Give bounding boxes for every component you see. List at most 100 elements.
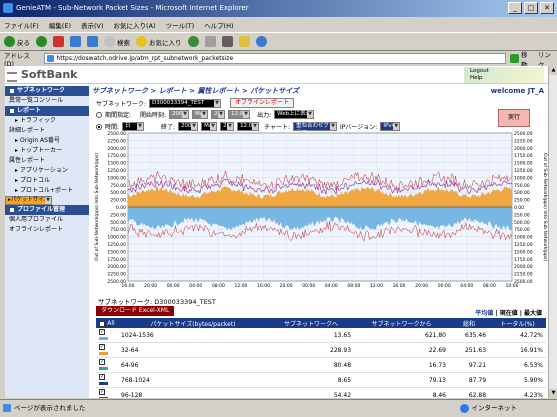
sidebar-item[interactable]: 詳細レポート bbox=[5, 126, 89, 136]
time-radio[interactable] bbox=[96, 123, 102, 130]
minimize-button[interactable]: _ bbox=[508, 2, 522, 14]
menu-tools[interactable]: ツール(T) bbox=[166, 20, 195, 30]
sidebar-item[interactable]: ▸ トラフィック bbox=[5, 116, 89, 126]
address-input[interactable]: https://doswatch.odrive.jp/atm_rpt_subne… bbox=[43, 53, 507, 64]
period-radio[interactable] bbox=[96, 111, 102, 118]
sidebar-item[interactable]: 属性レポート bbox=[5, 156, 89, 166]
col-total[interactable]: 総和 bbox=[449, 318, 490, 328]
subnet-select[interactable]: D300033394_TEST bbox=[149, 98, 222, 108]
menu-help[interactable]: ヘルプ(H) bbox=[204, 20, 233, 30]
sidebar-item[interactable]: 異常一覧コンソール bbox=[5, 96, 89, 106]
stop-icon[interactable] bbox=[53, 36, 64, 47]
start-time-select[interactable]: 12:00 bbox=[228, 110, 251, 119]
col-size[interactable]: パケットサイズ(bytes/packet) bbox=[118, 318, 268, 328]
sidebar-item[interactable]: ▸パケットサイズ bbox=[5, 196, 53, 205]
sidebar-item[interactable]: ▸ Origin AS番号 bbox=[5, 136, 89, 146]
sidebar-item[interactable]: レポート bbox=[5, 106, 89, 116]
start-month-select[interactable]: Mar bbox=[192, 110, 209, 119]
home-icon[interactable] bbox=[87, 36, 98, 47]
sidebar-item[interactable]: ▸ プロトコル bbox=[5, 176, 89, 186]
x-tick-label: 20:00 bbox=[415, 283, 428, 289]
start-day-select[interactable]: 24 bbox=[211, 110, 226, 119]
menu-favorites[interactable]: お気に入り(A) bbox=[114, 20, 156, 30]
y-tick-label: 1750.00 bbox=[107, 153, 126, 159]
row-checkbox[interactable]: ✓ bbox=[99, 344, 105, 350]
excel-export-button[interactable]: ダウンロード Excel-XML bbox=[96, 306, 175, 316]
row-select[interactable]: ✓ bbox=[96, 357, 118, 373]
table-row[interactable]: ✓ 96-128 54.42 8.46 62.88 4.23% bbox=[96, 387, 546, 398]
start-year-select[interactable]: 2009 bbox=[169, 110, 190, 119]
time-select[interactable]: 日 bbox=[122, 122, 145, 131]
y-tick-label-right: 1500.00 bbox=[514, 249, 533, 255]
refresh-icon[interactable] bbox=[70, 36, 81, 47]
cell-pct: 6.53% bbox=[489, 357, 546, 373]
sidebar-item[interactable]: サブネットワーク bbox=[5, 86, 89, 96]
col-all[interactable]: ✓ All bbox=[96, 318, 118, 328]
row-checkbox[interactable]: ✓ bbox=[99, 389, 105, 395]
bullet-icon: ▸ bbox=[15, 167, 19, 174]
menu-file[interactable]: ファイル(F) bbox=[4, 20, 39, 30]
x-tick-label: 16:00 bbox=[122, 283, 135, 289]
search-button[interactable]: 検索 bbox=[104, 36, 130, 47]
print-icon[interactable] bbox=[221, 36, 233, 47]
row-select[interactable]: ✓ bbox=[96, 342, 118, 358]
vertical-scrollbar[interactable] bbox=[548, 66, 557, 398]
breadcrumb: サブネットワーク > レポート > 属性レポート > パケットサイズ bbox=[92, 87, 300, 95]
chart-type-select[interactable]: 重ね合わせグラフ bbox=[293, 122, 338, 136]
table-row[interactable]: ✓ 32-64 228.93 22.69 251.63 16.91% bbox=[96, 342, 546, 358]
table-row[interactable]: ✓ 1024-1536 13.65 621.80 635.46 42.72% bbox=[96, 328, 546, 343]
row-checkbox[interactable]: ✓ bbox=[99, 359, 105, 365]
x-tick-label: 04:00 bbox=[325, 283, 338, 289]
close-button[interactable]: ✕ bbox=[540, 2, 554, 14]
sidebar-item[interactable]: ▸ トップトーカー bbox=[5, 146, 89, 156]
sidebar-item[interactable]: ▸ プロトコル+ポート bbox=[5, 186, 89, 196]
menu-edit[interactable]: 編集(E) bbox=[49, 20, 71, 30]
end-month-select[interactable]: Mar bbox=[201, 122, 218, 131]
sidebar-item[interactable]: オフラインレポート bbox=[5, 225, 89, 235]
y-tick-label: 1250.00 bbox=[107, 168, 126, 174]
favorites-button[interactable]: お気に入り bbox=[136, 36, 182, 47]
select-all-checkbox[interactable]: ✓ bbox=[99, 320, 106, 327]
ipver-select[interactable]: IPv4 bbox=[380, 122, 401, 131]
row-select[interactable]: ✓ bbox=[96, 328, 118, 343]
table-row[interactable]: ✓ 768-1024 8.65 79.13 87.79 5.90% bbox=[96, 372, 546, 388]
cell-from: 621.80 bbox=[354, 328, 449, 343]
history-icon[interactable] bbox=[187, 36, 199, 47]
subnet-footer: サブネットワーク: D300033394_TEST bbox=[98, 298, 216, 306]
end-time-select[interactable]: 12:00 bbox=[237, 122, 260, 131]
forward-arrow-icon[interactable] bbox=[36, 36, 47, 47]
back-button[interactable]: 戻る bbox=[4, 36, 30, 47]
sidebar-item[interactable]: 個人用プロファイル bbox=[5, 215, 89, 225]
output-select[interactable]: Web上に表示 bbox=[274, 110, 315, 119]
logout-link[interactable]: Logout bbox=[470, 68, 544, 75]
table-row[interactable]: ✓ 64-96 80.48 16.73 97.21 6.53% bbox=[96, 357, 546, 373]
sidebar-item[interactable]: ▸ アプリケーション bbox=[5, 166, 89, 176]
cell-size: 64-96 bbox=[118, 357, 268, 373]
row-select[interactable]: ✓ bbox=[96, 387, 118, 398]
page-header: SoftBank Logout Help bbox=[5, 66, 548, 84]
sidebar-item-label: サブネットワーク bbox=[17, 87, 66, 94]
y-tick-label-right: 2250.00 bbox=[514, 272, 533, 278]
offline-report-button[interactable]: オフラインレポート bbox=[230, 98, 295, 108]
y-tick-label: 750.00 bbox=[110, 183, 126, 189]
current-link[interactable]: 現在値 bbox=[500, 310, 518, 317]
mail-icon[interactable] bbox=[204, 36, 216, 47]
menu-view[interactable]: 表示(V) bbox=[81, 20, 104, 30]
end-year-select[interactable]: 2009 bbox=[178, 122, 199, 131]
messenger-icon[interactable] bbox=[255, 36, 267, 47]
col-from[interactable]: サブネットワークから bbox=[354, 318, 449, 328]
row-select[interactable]: ✓ bbox=[96, 372, 118, 388]
row-checkbox[interactable]: ✓ bbox=[99, 329, 105, 335]
col-into[interactable]: サブネットワークへ bbox=[268, 318, 355, 328]
row-checkbox[interactable]: ✓ bbox=[99, 374, 105, 380]
max-link[interactable]: 最大値 bbox=[524, 310, 542, 317]
help-link[interactable]: Help bbox=[470, 75, 544, 82]
end-day-select[interactable]: 24 bbox=[220, 122, 235, 131]
x-tick-label: 00:00 bbox=[302, 283, 315, 289]
col-pct[interactable]: トータル(%) bbox=[489, 318, 546, 328]
folder-icon[interactable] bbox=[238, 36, 250, 47]
maximize-button[interactable]: □ bbox=[524, 2, 538, 14]
sidebar-item[interactable]: プロファイル管理 bbox=[5, 205, 89, 215]
average-link[interactable]: 平均値 bbox=[475, 310, 493, 317]
execute-button[interactable]: 実行 bbox=[498, 109, 530, 127]
